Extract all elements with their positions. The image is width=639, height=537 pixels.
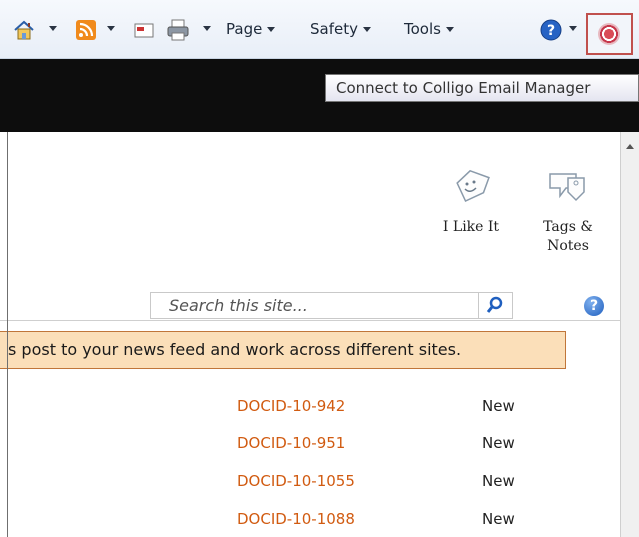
table-row: DOCID-10-951 New xyxy=(0,433,620,453)
table-row: DOCID-10-1055 New xyxy=(0,471,620,491)
safety-menu-label: Safety xyxy=(310,20,358,38)
search-icon xyxy=(486,296,503,313)
home-icon[interactable] xyxy=(12,18,36,42)
help-icon[interactable]: ? xyxy=(584,296,604,316)
tags-notes-button[interactable]: Tags & Notes xyxy=(534,168,602,256)
colligo-tooltip: Connect to Colligo Email Manager xyxy=(325,74,639,102)
help-dropdown-arrow[interactable] xyxy=(569,26,577,31)
tools-menu[interactable]: Tools xyxy=(404,17,454,41)
like-tag-icon xyxy=(456,169,490,203)
command-bar: Page Safety Tools ? xyxy=(0,0,639,59)
rss-feed-icon[interactable] xyxy=(76,18,96,42)
tags-notes-label: Tags & Notes xyxy=(543,219,593,254)
status-text: New xyxy=(482,510,515,528)
search-row: ? xyxy=(0,282,620,320)
i-like-it-label: I Like It xyxy=(442,219,500,235)
colligo-icon xyxy=(598,23,620,45)
chevron-down-icon xyxy=(362,27,371,32)
search-button[interactable] xyxy=(478,292,513,319)
chevron-down-icon xyxy=(267,27,276,32)
print-dropdown-arrow[interactable] xyxy=(203,26,211,31)
search-box[interactable] xyxy=(150,292,478,319)
help-icon[interactable]: ? xyxy=(540,18,562,42)
scroll-up-arrow-icon[interactable] xyxy=(626,144,634,149)
status-text: New xyxy=(482,434,515,452)
document-id-link[interactable]: DOCID-10-1055 xyxy=(237,471,355,491)
tools-menu-label: Tools xyxy=(404,20,441,38)
colligo-button[interactable] xyxy=(586,13,633,55)
page-menu-label: Page xyxy=(226,20,263,38)
page-menu[interactable]: Page xyxy=(226,17,276,41)
status-notice: s post to your news feed and work across… xyxy=(0,331,566,369)
svg-text:?: ? xyxy=(547,23,555,39)
read-mail-icon[interactable] xyxy=(133,18,155,42)
divider xyxy=(0,320,620,321)
document-id-link[interactable]: DOCID-10-951 xyxy=(237,433,345,453)
table-row: DOCID-10-1088 New xyxy=(0,509,620,529)
print-icon[interactable] xyxy=(166,18,190,42)
page-content: I Like It Tags & Notes ? s post to your … xyxy=(0,132,620,537)
safety-menu[interactable]: Safety xyxy=(310,17,371,41)
chevron-down-icon xyxy=(445,27,454,32)
status-text: New xyxy=(482,472,515,490)
vertical-scrollbar[interactable] xyxy=(620,132,639,537)
document-id-link[interactable]: DOCID-10-1088 xyxy=(237,509,355,529)
i-like-it-button[interactable]: I Like It xyxy=(436,168,506,237)
content-left-border xyxy=(7,132,8,537)
table-row: DOCID-10-942 New xyxy=(0,396,620,416)
status-text: New xyxy=(482,397,515,415)
search-input[interactable] xyxy=(151,293,469,318)
document-id-link[interactable]: DOCID-10-942 xyxy=(237,396,345,416)
feeds-dropdown-arrow[interactable] xyxy=(107,26,115,31)
home-dropdown-arrow[interactable] xyxy=(49,26,57,31)
tags-notes-icon xyxy=(549,173,585,202)
